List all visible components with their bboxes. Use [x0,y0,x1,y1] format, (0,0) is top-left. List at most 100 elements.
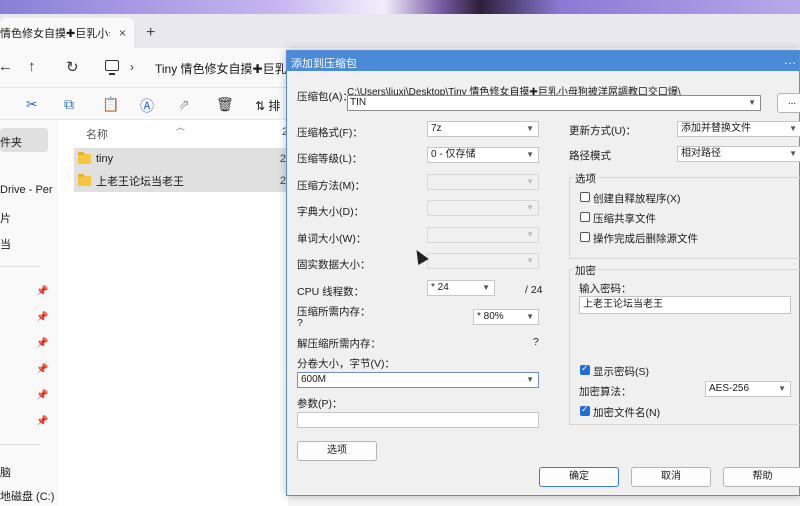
column-header-name[interactable]: 名称 [86,126,108,142]
folder-icon [78,174,91,186]
browse-button[interactable]: ... [777,93,800,113]
params-label: 参数(P)： [297,398,343,410]
cpu-select[interactable]: * 24 ▼ [427,280,495,296]
desktop-wallpaper [0,0,800,14]
sfx-label[interactable]: 创建自释放程序(X) [593,191,681,206]
format-label: 压缩格式(F)： [297,127,363,139]
mem-label: 压缩所需内存： [297,306,371,318]
sidebar-item-onedrive[interactable]: Drive - Per [0,184,53,196]
chevron-down-icon: ▼ [526,124,534,133]
cut-icon[interactable]: ✂ [26,96,38,113]
method-label: 压缩方法(M)： [297,180,366,192]
new-tab-icon[interactable]: + [146,24,155,42]
cpu-value: * 24 [431,282,449,293]
file-name: 上老王论坛当老王 [96,176,184,188]
encrypt-names-checkbox[interactable] [580,404,590,416]
sidebar-item-computer[interactable]: 脑 [0,464,11,480]
volume-label: 分卷大小，字节(V)： [297,358,395,370]
sidebar-divider [0,444,40,445]
back-arrow-icon[interactable]: ← [0,58,13,75]
solid-select[interactable]: ▼ [427,253,539,269]
sort-icon: ⇅ [255,99,266,113]
options-group-title: 选项 [573,171,598,186]
chevron-down-icon: ▼ [482,283,490,292]
decomp-value: ? [533,336,539,348]
up-arrow-icon[interactable]: ↑ [28,58,36,75]
method-select[interactable]: ▼ [427,174,539,190]
rename-icon[interactable]: Ⓐ [140,96,154,116]
options-button[interactable]: 选项 [297,441,377,461]
dict-select[interactable]: ▼ [427,200,539,216]
volume-value: 600M [301,374,327,385]
delete-source-checkbox[interactable] [580,232,590,242]
chevron-down-icon: ▼ [526,256,534,265]
paste-icon[interactable]: 📋 [102,96,119,113]
level-value: 0 - 仅存储 [431,149,476,160]
show-password-label[interactable]: 显示密码(S) [593,364,649,379]
list-item[interactable]: tiny 2 [74,148,288,170]
solid-label: 固实数据大小： [297,259,371,271]
enc-method-label: 加密算法： [579,386,632,398]
sidebar-divider [0,266,40,267]
volume-input[interactable]: 600M ▼ [297,372,539,388]
explorer-sidebar: 件夹 Drive - Per 片 当 📌 📌 📌 📌 📌 📌 脑 地磁盘 (C:… [0,120,58,506]
chevron-down-icon: ▼ [526,230,534,239]
browser-tab-bar: 情色修女自摸✚巨乳小母 × + [0,14,800,48]
folder-icon [78,152,91,164]
path-mode-value: 相对路径 [681,148,721,159]
shared-label[interactable]: 压缩共享文件 [593,211,656,226]
cpu-label: CPU 线程数： [297,286,365,298]
cpu-max: / 24 [525,284,543,296]
archive-label: 压缩包(A)： [297,91,353,103]
chevron-down-icon: ▼ [778,384,786,393]
enc-method-select[interactable]: AES-256 ▼ [705,381,791,397]
password-input[interactable]: 上老王论坛当老王 [579,296,791,314]
ok-button[interactable]: 确定 [539,467,619,487]
mem-percent-select[interactable]: * 80% ▼ [473,309,539,325]
encryption-group-title: 加密 [573,263,598,278]
level-select[interactable]: 0 - 仅存储 ▼ [427,147,539,163]
shared-checkbox[interactable] [580,212,590,222]
update-value: 添加并替换文件 [681,123,751,134]
dialog-title: 添加到压缩包 [291,58,357,70]
chevron-down-icon[interactable]: ▼ [748,96,756,110]
format-value: 7z [431,123,442,134]
browser-tab[interactable]: 情色修女自摸✚巨乳小母 × [0,18,134,48]
sidebar-item-dang[interactable]: 当 [0,236,11,252]
more-icon[interactable]: ... [784,53,797,67]
password-label: 输入密码： [579,283,632,295]
pin-icon: 📌 [36,312,49,323]
copy-icon[interactable]: ⧉ [64,96,74,113]
delete-source-label[interactable]: 操作完成后删除源文件 [593,231,698,246]
address-path[interactable]: Tiny 情色修女自摸✚巨乳 [155,60,287,77]
help-button[interactable]: 帮助 [723,467,800,487]
refresh-icon[interactable]: ↻ [66,58,79,76]
encrypt-names-label[interactable]: 加密文件名(N) [593,405,660,420]
mem-value: ? [297,317,303,329]
list-item[interactable]: 上老王论坛当老王 2 [74,170,288,192]
pin-icon: 📌 [36,390,49,401]
chevron-up-icon: ︿ [176,122,186,132]
chevron-right-icon: › [130,60,134,74]
sfx-checkbox[interactable] [580,192,590,202]
share-icon[interactable]: ⇗ [178,96,190,113]
word-select[interactable]: ▼ [427,227,539,243]
format-select[interactable]: 7z ▼ [427,121,539,137]
path-mode-select[interactable]: 相对路径 ▼ [677,146,800,162]
sidebar-item-pian[interactable]: 片 [0,210,11,226]
archive-name-input[interactable]: TIN ▼ [347,95,761,111]
trash-icon[interactable]: 🗑 [216,96,234,113]
dict-label: 字典大小(D)： [297,206,365,218]
sidebar-item-local-disk[interactable]: 地磁盘 (C:) [0,488,54,504]
chevron-down-icon: ▼ [526,375,534,384]
params-input[interactable] [297,412,539,428]
close-icon[interactable]: × [119,26,126,40]
sidebar-item-folder[interactable]: 件夹 [0,134,22,150]
sort-button[interactable]: ⇅ 排 [255,97,280,114]
update-select[interactable]: 添加并替换文件 ▼ [677,121,800,137]
browser-tab-title: 情色修女自摸✚巨乳小母 [0,28,110,40]
dialog-titlebar[interactable]: 添加到压缩包 ... [287,51,799,71]
chevron-down-icon: ▼ [789,149,797,158]
cancel-button[interactable]: 取消 [631,467,711,487]
show-password-checkbox[interactable] [580,363,590,375]
